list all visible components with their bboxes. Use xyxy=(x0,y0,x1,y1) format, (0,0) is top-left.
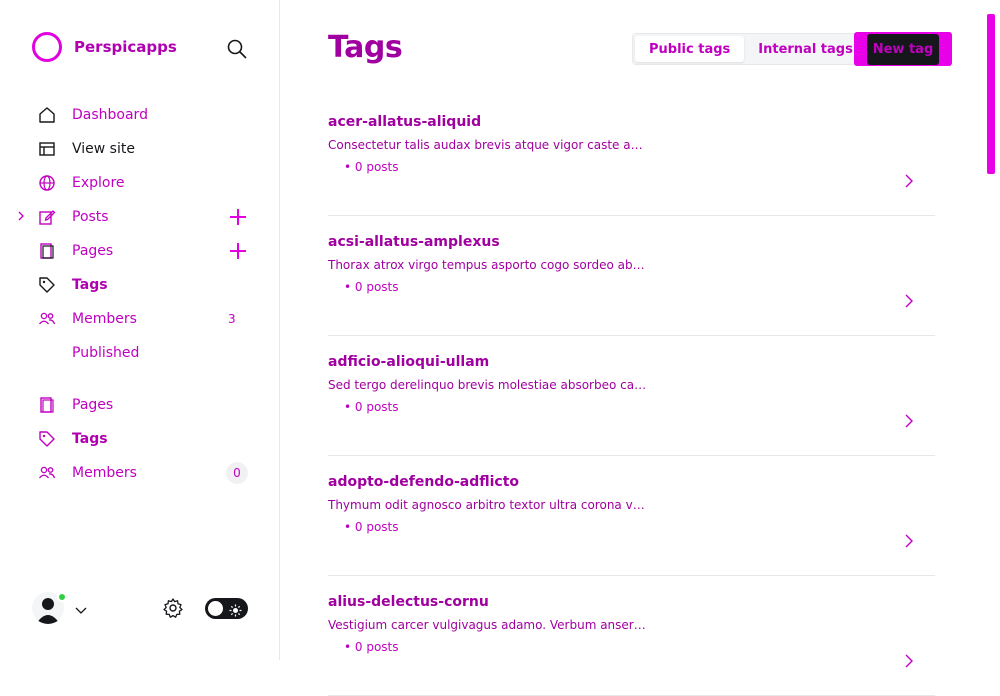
sidebar-subitem-published[interactable]: Published xyxy=(0,336,279,370)
tag-description: Sed tergo derelinquo brevis molestiae ab… xyxy=(328,378,648,392)
gear-icon[interactable] xyxy=(162,597,184,619)
sidebar-item-tags-2[interactable]: Tags xyxy=(0,422,279,456)
tag-row[interactable]: adficio-alioqui-ullam Sed tergo derelinq… xyxy=(328,336,935,456)
chevron-down-icon[interactable] xyxy=(74,602,88,616)
sidebar-item-label: Dashboard xyxy=(72,107,148,123)
search-icon[interactable] xyxy=(226,38,248,60)
tag-post-count: • 0 posts xyxy=(344,280,399,294)
theme-toggle[interactable] xyxy=(205,598,248,619)
tag-name: acer-allatus-aliquid xyxy=(328,114,482,130)
sidebar-footer xyxy=(32,590,248,626)
tag-name: adficio-alioqui-ullam xyxy=(328,354,490,370)
sidebar-item-tags[interactable]: Tags xyxy=(0,268,279,302)
sidebar-item-posts[interactable]: Posts xyxy=(0,200,279,234)
chevron-right-icon[interactable] xyxy=(14,209,28,223)
tag-name: adopto-defendo-adflicto xyxy=(328,474,520,490)
tag-name: alius-delectus-cornu xyxy=(328,594,489,610)
tab-public-tags[interactable]: Public tags xyxy=(635,36,745,62)
sidebar-item-label: View site xyxy=(72,141,135,157)
sidebar-item-dashboard[interactable]: Dashboard xyxy=(0,98,279,132)
members-count: 3 xyxy=(228,312,236,326)
tag-icon xyxy=(38,276,56,294)
secondary-nav: Pages Tags Members 0 xyxy=(0,388,279,490)
primary-nav: Dashboard View site Explore Posts Pages … xyxy=(0,98,279,370)
sidebar-item-label: Pages xyxy=(72,397,114,413)
sidebar-item-members[interactable]: Members 3 xyxy=(0,302,279,336)
brand-name: Perspicapps xyxy=(74,38,177,56)
tab-internal-tags[interactable]: Internal tags xyxy=(744,36,867,62)
new-tag-button[interactable]: New tag xyxy=(854,32,952,66)
tag-row[interactable]: acsi-allatus-amplexus Thorax atrox virgo… xyxy=(328,216,935,336)
tag-post-count: • 0 posts xyxy=(344,640,399,654)
sidebar-item-pages[interactable]: Pages xyxy=(0,234,279,268)
brand-logo xyxy=(32,32,62,62)
chevron-right-icon[interactable] xyxy=(902,652,916,670)
sidebar-subitem-label: Published xyxy=(72,345,140,361)
sidebar-item-label: Pages xyxy=(72,243,114,259)
tag-list: acer-allatus-aliquid Consectetur talis a… xyxy=(328,96,935,696)
tag-description: Consectetur talis audax brevis atque vig… xyxy=(328,138,648,152)
sidebar-item-label: Explore xyxy=(72,175,125,191)
tag-post-count: • 0 posts xyxy=(344,520,399,534)
tag-description: Vestigium carcer vulgivagus adamo. Verbu… xyxy=(328,618,648,632)
sidebar-item-view-site[interactable]: View site xyxy=(0,132,279,166)
toggle-knob xyxy=(208,601,223,616)
tag-row[interactable]: alius-delectus-cornu Vestigium carcer vu… xyxy=(328,576,935,696)
tag-row[interactable]: adopto-defendo-adflicto Thymum odit agno… xyxy=(328,456,935,576)
sidebar-item-label: Posts xyxy=(72,209,109,225)
online-status-dot xyxy=(57,592,67,602)
tag-description: Thymum odit agnosco arbitro textor ultra… xyxy=(328,498,648,512)
globe-icon xyxy=(38,174,56,192)
sidebar-item-explore[interactable]: Explore xyxy=(0,166,279,200)
add-page-icon[interactable] xyxy=(228,241,248,261)
sidebar-item-label: Tags xyxy=(72,431,108,447)
chevron-right-icon[interactable] xyxy=(902,532,916,550)
scrollbar[interactable] xyxy=(987,14,995,174)
sidebar-item-label: Members xyxy=(72,465,137,481)
tag-type-switch: Public tags Internal tags xyxy=(632,33,870,65)
main-content: Tags Public tags Internal tags New tag a… xyxy=(280,0,1000,696)
page-icon xyxy=(38,396,56,414)
tag-icon xyxy=(38,430,56,448)
members-count-badge: 0 xyxy=(226,462,248,484)
home-icon xyxy=(38,106,56,124)
sidebar-item-label: Members xyxy=(72,311,137,327)
page-title: Tags xyxy=(328,30,403,65)
new-tag-label: New tag xyxy=(866,33,940,65)
edit-icon xyxy=(38,208,56,226)
sidebar-item-label: Tags xyxy=(72,277,108,293)
sidebar: Perspicapps Dashboard View site Explore xyxy=(0,0,280,660)
sun-icon xyxy=(229,602,242,617)
tag-post-count: • 0 posts xyxy=(344,400,399,414)
tag-post-count: • 0 posts xyxy=(344,160,399,174)
page-icon xyxy=(38,242,56,260)
chevron-right-icon[interactable] xyxy=(902,292,916,310)
sidebar-item-pages-2[interactable]: Pages xyxy=(0,388,279,422)
chevron-right-icon[interactable] xyxy=(902,412,916,430)
browser-icon xyxy=(38,140,56,158)
chevron-right-icon[interactable] xyxy=(902,172,916,190)
sidebar-item-members-2[interactable]: Members 0 xyxy=(0,456,279,490)
tag-name: acsi-allatus-amplexus xyxy=(328,234,500,250)
add-post-icon[interactable] xyxy=(228,207,248,227)
tag-row[interactable]: acer-allatus-aliquid Consectetur talis a… xyxy=(328,96,935,216)
tag-description: Thorax atrox virgo tempus asporto cogo s… xyxy=(328,258,648,272)
brand[interactable]: Perspicapps xyxy=(32,32,177,62)
users-icon xyxy=(38,464,56,482)
users-icon xyxy=(38,310,56,328)
